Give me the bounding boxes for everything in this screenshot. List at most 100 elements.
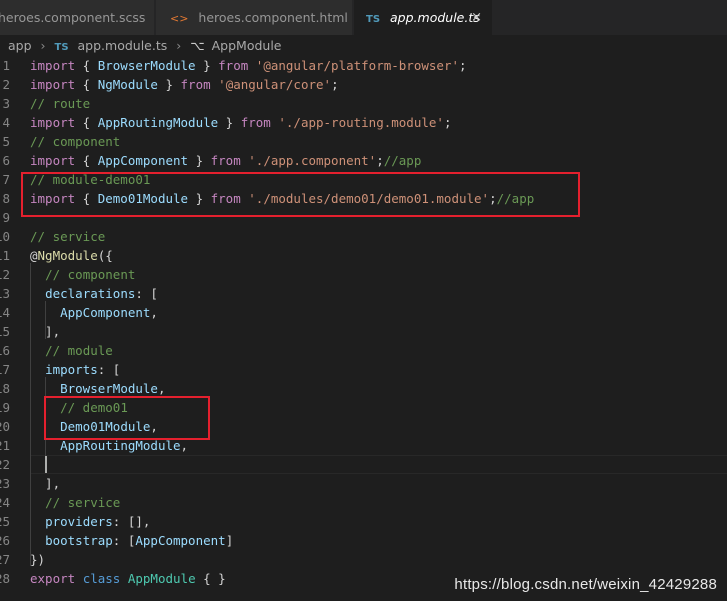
line-number: 25 — [0, 514, 10, 529]
code-token: import — [30, 153, 76, 168]
code-token: './app.component' — [248, 153, 377, 168]
breadcrumb-symbol[interactable]: AppModule — [212, 35, 282, 57]
line-number: 16 — [0, 343, 10, 358]
code-token: { — [75, 153, 98, 168]
typescript-file-icon: TS — [54, 42, 69, 53]
tab-heroes-component-html[interactable]: <> heroes.component.html — [156, 0, 352, 35]
code-line[interactable]: 2 import { NgModule } from '@angular/core… — [0, 75, 727, 94]
code-token: ; — [331, 77, 339, 92]
code-line[interactable]: 26 bootstrap: [AppComponent] — [0, 531, 727, 550]
code-token: // component — [45, 267, 136, 282]
code-token: ({ — [97, 248, 113, 263]
code-token: './app-routing.module' — [278, 115, 444, 130]
code-text: imports: [ — [30, 360, 120, 379]
code-token: AppRoutingModule — [97, 115, 219, 130]
code-text: import { AppComponent } from './app.comp… — [30, 151, 421, 170]
breadcrumb: app › TS app.module.ts › ⌥ AppModule — [0, 35, 727, 57]
code-token: // route — [30, 96, 91, 111]
code-token: '@angular/core' — [218, 77, 332, 92]
code-token: BrowserModule — [97, 58, 196, 73]
code-line[interactable]: 14 AppComponent, — [0, 303, 727, 322]
code-line[interactable]: 24 // service — [0, 493, 727, 512]
breadcrumb-folder[interactable]: app — [8, 35, 32, 57]
code-text: import { AppRoutingModule } from './app-… — [30, 113, 451, 132]
line-number: 15 — [0, 324, 10, 339]
code-token: import — [30, 58, 76, 73]
close-icon[interactable]: × — [471, 0, 482, 35]
symbol-class-icon: ⌥ — [190, 38, 205, 53]
code-token: ], — [30, 476, 61, 491]
highlight-box-import — [21, 172, 580, 217]
code-line[interactable]: 6 import { AppComponent } from './app.com… — [0, 151, 727, 170]
code-line[interactable]: 25 providers: [], — [0, 512, 727, 531]
line-number: 2 — [2, 77, 10, 92]
code-text: bootstrap: [AppComponent] — [30, 531, 233, 550]
code-token: // service — [30, 229, 106, 244]
code-token: , — [180, 438, 189, 453]
code-token: BrowserModule — [60, 381, 158, 396]
code-line[interactable]: 16 // module — [0, 341, 727, 360]
code-text: export class AppModule { } — [30, 569, 226, 588]
code-line[interactable]: 23 ], — [0, 474, 727, 493]
tab-app-module-ts[interactable]: TS app.module.ts × — [354, 0, 492, 35]
code-token: AppComponent — [97, 153, 189, 168]
code-token: AppComponent — [135, 533, 226, 548]
code-token: : [ — [97, 362, 121, 377]
code-token: ; — [443, 115, 452, 130]
code-text: ], — [30, 474, 60, 493]
code-line[interactable]: 13 declarations: [ — [0, 284, 727, 303]
code-token: , — [150, 305, 158, 320]
editor-tab-bar: heroes.component.scss <> heroes.componen… — [0, 0, 727, 35]
code-line[interactable]: 12 // component — [0, 265, 727, 284]
code-token: class — [82, 571, 121, 586]
code-line[interactable]: 17 imports: [ — [0, 360, 727, 379]
html-file-icon: <> — [170, 12, 189, 25]
code-token: from — [210, 153, 241, 168]
code-token: AppModule — [127, 571, 196, 586]
chevron-right-icon: › — [40, 38, 46, 53]
code-token: NgModule — [37, 248, 98, 263]
code-line[interactable]: 3 // route — [0, 94, 727, 113]
tab-label: app.module.ts — [390, 10, 480, 25]
line-number: 4 — [2, 115, 10, 130]
code-line[interactable]: 1 import { BrowserModule } from '@angular… — [0, 56, 727, 75]
code-line[interactable]: 4 import { AppRoutingModule } from './app… — [0, 113, 727, 132]
code-token: } — [157, 77, 181, 92]
line-number: 13 — [0, 286, 10, 301]
breadcrumb-file[interactable]: app.module.ts — [78, 35, 168, 57]
code-text: // route — [30, 94, 90, 113]
code-line[interactable]: 5 // component — [0, 132, 727, 151]
code-token: providers — [45, 514, 113, 529]
code-token: AppRoutingModule — [60, 438, 181, 453]
code-line[interactable]: 11 @NgModule({ — [0, 246, 727, 265]
code-editor[interactable]: 1 import { BrowserModule } from '@angular… — [0, 55, 727, 601]
code-token: import — [30, 77, 76, 92]
code-token: AppComponent — [60, 305, 151, 320]
code-line[interactable]: 15 ], — [0, 322, 727, 341]
code-text: ], — [30, 322, 60, 341]
code-token: } — [195, 58, 219, 73]
code-text: // service — [30, 227, 105, 246]
code-text: // component — [30, 132, 120, 151]
code-text: }) — [30, 550, 45, 569]
code-line[interactable]: 22 — [0, 455, 727, 474]
tab-heroes-component-scss[interactable]: heroes.component.scss — [0, 0, 154, 35]
code-token: , — [157, 381, 166, 396]
code-token: { — [75, 115, 98, 130]
line-number: 19 — [0, 400, 10, 415]
line-number: 21 — [0, 438, 10, 453]
line-number: 18 — [0, 381, 10, 396]
code-text: import { NgModule } from '@angular/core'… — [30, 75, 339, 94]
code-token: ] — [225, 533, 234, 548]
code-token: declarations — [45, 286, 136, 301]
code-text: declarations: [ — [30, 284, 158, 303]
line-number: 23 — [0, 476, 10, 491]
code-line[interactable]: 27}) — [0, 550, 727, 569]
code-line[interactable]: 10 // service — [0, 227, 727, 246]
code-token: { — [75, 58, 98, 73]
